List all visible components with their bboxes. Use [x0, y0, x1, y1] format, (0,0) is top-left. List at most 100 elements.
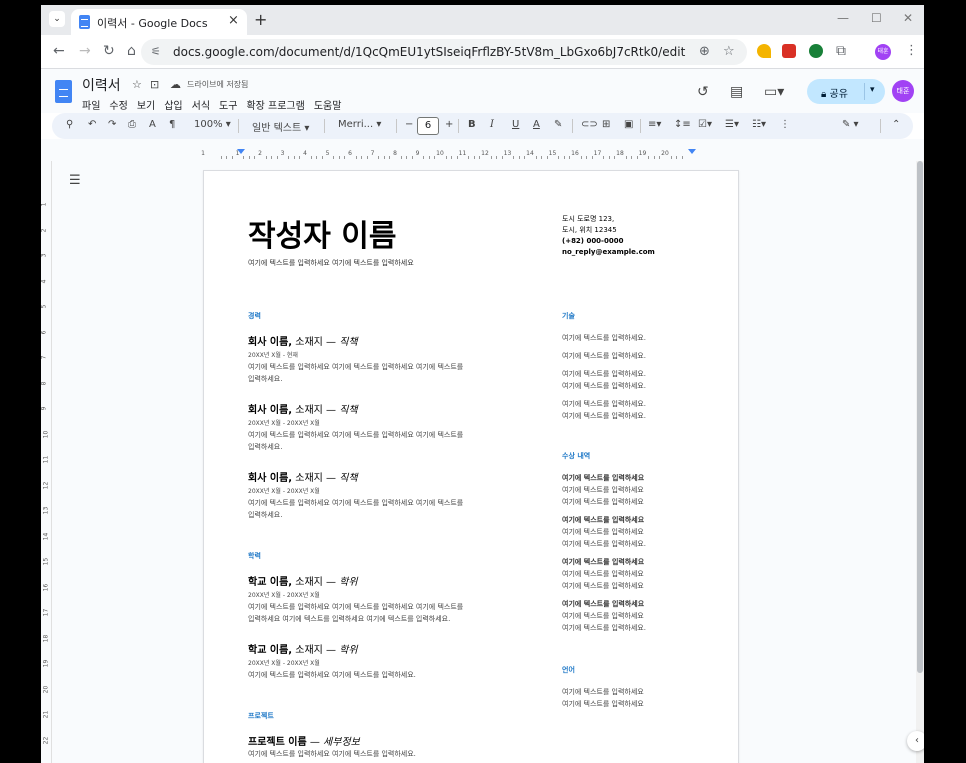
vertical-scrollbar[interactable] — [916, 161, 924, 763]
menu-edit[interactable]: 수정 — [109, 97, 127, 112]
vertical-ruler-number: 19 — [42, 659, 50, 668]
minimize-button[interactable]: — — [837, 11, 849, 25]
style-select[interactable]: 일반 텍스트 ▾ — [252, 119, 309, 134]
numbered-list-icon[interactable]: ☷▾ — [752, 119, 766, 130]
site-info-icon[interactable]: ⚟ — [151, 45, 161, 58]
text-color-button[interactable]: A — [533, 119, 540, 130]
vertical-ruler[interactable]: 1 2 3 4 5 6 7 8 9 10 11 12 13 14 15 16 17 18 19 20 21 22 — [41, 161, 52, 763]
undo-icon[interactable]: ↶ — [88, 119, 96, 130]
browser-profile-avatar[interactable]: 태훈 — [875, 44, 891, 60]
extension-pin-icon[interactable] — [757, 44, 771, 58]
extension-pdf-icon[interactable] — [782, 44, 796, 58]
zoom-select[interactable]: 100% ▾ — [194, 119, 231, 130]
line-spacing-icon[interactable]: ↕≡ — [674, 119, 691, 130]
left-indent-marker[interactable] — [237, 149, 245, 154]
browser-menu-icon[interactable]: ⋮ — [905, 43, 918, 58]
decrease-font-size-icon[interactable]: − — [405, 119, 413, 130]
experience-entry-title: 회사 이름, 소재지 — 직책 — [248, 405, 358, 416]
bullet-list-icon[interactable]: ☰▾ — [725, 119, 739, 130]
ruler-tick — [411, 156, 413, 159]
tab-title: 이력서 - Google Docs — [97, 17, 208, 30]
extension-download-icon[interactable] — [809, 44, 823, 58]
chevron-down-icon[interactable]: ▾ — [870, 85, 875, 95]
underline-button[interactable]: U — [512, 119, 519, 130]
user-avatar[interactable]: 태훈 — [892, 80, 914, 102]
move-folder-icon[interactable]: ⊡ — [150, 78, 159, 91]
ruler-tick — [293, 156, 295, 159]
bookmark-star-icon[interactable]: ☆ — [723, 44, 735, 59]
experience-entry-body: 입력하세요. — [248, 443, 283, 451]
ruler-tick — [288, 156, 290, 159]
vertical-ruler-number: 22 — [42, 736, 50, 744]
checklist-icon[interactable]: ☑▾ — [698, 119, 712, 130]
tab-docs[interactable]: 이력서 - Google Docs × — [71, 9, 247, 35]
vertical-ruler-number: 21 — [42, 710, 50, 719]
address-bar[interactable]: ⚟ docs.google.com/document/d/1QcQmEU1ytS… — [141, 39, 747, 65]
menu-view[interactable]: 보기 — [137, 97, 155, 112]
ruler-tick — [220, 156, 222, 159]
comments-icon[interactable]: ▤ — [730, 84, 743, 100]
menu-file[interactable]: 파일 — [82, 97, 100, 112]
menu-extensions[interactable]: 확장 프로그램 — [246, 97, 304, 112]
forward-icon[interactable]: → — [79, 43, 91, 59]
language-line: 여기에 텍스트를 입력하세요 — [562, 700, 644, 708]
collapse-menus-icon[interactable]: ⌃ — [892, 119, 900, 130]
more-options-icon[interactable]: ⋮ — [780, 119, 790, 130]
menu-format[interactable]: 서식 — [192, 97, 210, 112]
ruler-number: 6 — [348, 150, 352, 157]
resume-subtitle: 여기에 텍스트를 입력하세요 여기에 텍스트를 입력하세요 — [248, 259, 414, 267]
document-title[interactable]: 이력서 — [82, 75, 121, 95]
tab-search-icon[interactable]: ⌄ — [49, 11, 65, 27]
redo-icon[interactable]: ↷ — [108, 119, 116, 130]
docs-logo-icon[interactable] — [55, 80, 72, 103]
close-tab-icon[interactable]: × — [228, 13, 239, 28]
new-tab-button[interactable]: + — [254, 10, 267, 29]
right-indent-marker[interactable] — [688, 149, 696, 154]
ruler-tick — [535, 156, 537, 159]
home-icon[interactable]: ⌂ — [127, 43, 136, 59]
ruler-number: 4 — [303, 150, 307, 157]
maximize-button[interactable]: ☐ — [871, 11, 882, 25]
paint-format-icon[interactable]: ¶ — [169, 119, 175, 130]
search-menus-icon[interactable]: ⚲ — [66, 119, 73, 130]
add-comment-icon[interactable]: ⊞ — [602, 119, 610, 130]
editing-mode-icon[interactable]: ✎ ▾ — [842, 119, 859, 130]
bold-button[interactable]: B — [468, 119, 476, 130]
document-page[interactable]: 작성자 이름 여기에 텍스트를 입력하세요 여기에 텍스트를 입력하세요 도시 … — [203, 170, 739, 763]
horizontal-ruler[interactable]: 1 1 2 3 4 5 6 7 8 9 10 11 12 13 14 15 16 17 18 19 20 — [201, 147, 711, 159]
share-button[interactable]: 🔒︎ 공유 ▾ — [807, 79, 885, 104]
ruler-tick — [473, 156, 475, 159]
star-icon[interactable]: ☆ — [132, 78, 142, 91]
print-icon[interactable]: ⎙ — [128, 119, 136, 130]
increase-font-size-icon[interactable]: + — [445, 119, 453, 130]
skills-line: 여기에 텍스트를 입력하세요. — [562, 370, 646, 378]
align-icon[interactable]: ≡▾ — [648, 119, 661, 130]
docs-favicon-icon — [79, 15, 90, 29]
font-size-input[interactable]: 6 — [417, 117, 439, 135]
link-icon[interactable]: ⊂⊃ — [581, 119, 598, 130]
lock-icon: 🔒︎ — [821, 89, 827, 100]
ruler-tick — [276, 156, 278, 159]
contact-phone: (+82) 000-0000 — [562, 237, 624, 245]
italic-button[interactable]: I — [490, 119, 494, 130]
insert-image-icon[interactable]: ▣ — [624, 119, 633, 130]
spellcheck-icon[interactable]: A — [149, 119, 156, 130]
document-outline-icon[interactable]: ☰ — [69, 173, 81, 188]
close-window-button[interactable]: ✕ — [903, 11, 913, 25]
award-line: 여기에 텍스트를 입력하세요 — [562, 486, 644, 494]
extensions-puzzle-icon[interactable]: ⧉ — [836, 43, 846, 59]
menu-tools[interactable]: 도구 — [219, 97, 237, 112]
font-select[interactable]: Merri... ▾ — [338, 119, 381, 130]
vertical-ruler-number: 6 — [41, 330, 48, 334]
side-panel-toggle-icon[interactable]: ‹ — [907, 731, 924, 751]
zoom-icon[interactable]: ⊕ — [699, 44, 710, 59]
menu-help[interactable]: 도움말 — [314, 97, 342, 112]
menu-insert[interactable]: 삽입 — [164, 97, 182, 112]
version-history-icon[interactable]: ↺ — [697, 84, 709, 100]
meet-camera-icon[interactable]: ▭▾ — [764, 84, 784, 100]
ruler-tick — [451, 156, 453, 159]
reload-icon[interactable]: ↻ — [103, 43, 115, 59]
scrollbar-thumb[interactable] — [917, 161, 923, 673]
back-icon[interactable]: ← — [53, 43, 65, 59]
highlight-icon[interactable]: ✎ — [554, 119, 562, 130]
